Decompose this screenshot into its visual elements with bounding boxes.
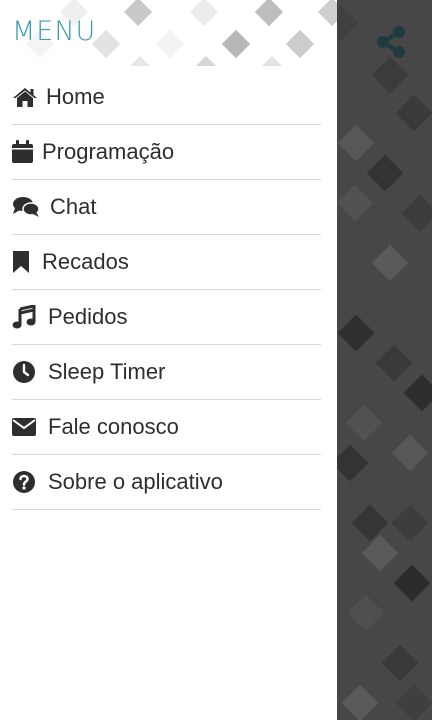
navigation-drawer: MENU Home Programação Chat Recados Pedid… [0,0,337,720]
menu-item-label: Sleep Timer [48,359,166,384]
menu-list: Home Programação Chat Recados Pedidos Sl… [12,70,321,510]
menu-item-pedidos[interactable]: Pedidos [12,290,321,345]
bookmark-icon [12,249,34,275]
calendar-icon [12,139,34,165]
menu-title: MENU [12,16,97,47]
menu-item-programacao[interactable]: Programação [12,125,321,180]
menu-item-recados[interactable]: Recados [12,235,321,290]
share-button[interactable] [372,22,410,62]
background-pattern [337,0,432,720]
menu-item-sobre[interactable]: Sobre o aplicativo [12,455,321,510]
menu-item-label: Chat [50,194,97,219]
menu-item-chat[interactable]: Chat [12,180,321,235]
chat-icon [12,194,42,220]
menu-item-home[interactable]: Home [12,70,321,125]
home-icon [12,84,38,110]
menu-item-label: Pedidos [48,304,128,329]
menu-item-label: Sobre o aplicativo [48,469,223,494]
menu-item-fale-conosco[interactable]: Fale conosco [12,400,321,455]
music-note-icon [12,304,40,330]
share-icon [377,26,405,58]
menu-item-label: Fale conosco [48,414,179,439]
menu-item-label: Programação [42,139,175,164]
drawer-header: MENU [0,0,337,66]
clock-icon [12,359,40,385]
question-circle-icon [12,469,40,495]
menu-item-label: Recados [42,249,129,274]
menu-item-sleep-timer[interactable]: Sleep Timer [12,345,321,400]
envelope-icon [12,414,40,440]
menu-item-label: Home [46,84,105,109]
